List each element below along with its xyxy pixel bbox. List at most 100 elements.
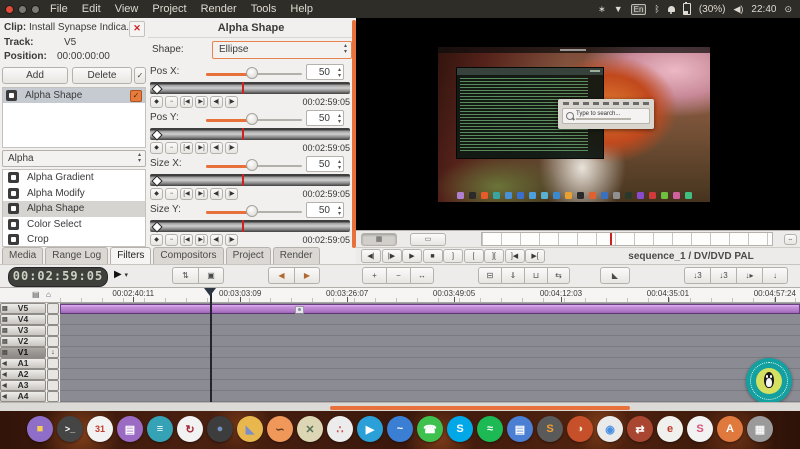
timecode-display[interactable]: 00:02:59:05 bbox=[8, 267, 108, 287]
firefox-icon[interactable]: ◑ bbox=[567, 416, 593, 442]
telegram-icon[interactable]: ▶ bbox=[357, 416, 383, 442]
track-name-button[interactable]: V3▤ bbox=[0, 325, 46, 336]
value-spinbox[interactable]: 50▴▾ bbox=[306, 156, 344, 172]
line-icon[interactable]: ☎ bbox=[417, 416, 443, 442]
overwrite-3-button[interactable]: ↓3 bbox=[684, 267, 710, 284]
notifications-icon[interactable] bbox=[668, 6, 675, 12]
next-keyframe-button[interactable]: ▶] bbox=[195, 142, 208, 154]
clear-marks-button[interactable]: ][ bbox=[484, 249, 504, 263]
timeline-view-button[interactable]: ▦ bbox=[361, 233, 397, 246]
slider-knob[interactable] bbox=[246, 159, 258, 171]
tab-media[interactable]: Media bbox=[2, 247, 43, 264]
lock-icon[interactable]: ⌂ bbox=[46, 290, 51, 299]
slider-knob[interactable] bbox=[246, 205, 258, 217]
pet-icon[interactable]: ∽ bbox=[267, 416, 293, 442]
track-active-toggle[interactable] bbox=[47, 358, 59, 369]
screenshot-icon[interactable]: ● bbox=[207, 416, 233, 442]
compact-view-icon[interactable]: ▤ bbox=[32, 290, 40, 299]
track-active-toggle[interactable] bbox=[47, 380, 59, 391]
next-frame-button[interactable]: |▶ bbox=[225, 96, 238, 108]
filter-list-item[interactable]: Alpha Modify bbox=[3, 186, 145, 202]
timeline-ruler[interactable]: 00:02:40:1100:03:03:0900:03:26:0700:03:4… bbox=[60, 288, 800, 303]
tab-compositors[interactable]: Compositors bbox=[153, 247, 223, 264]
value-spinbox[interactable]: 50▴▾ bbox=[306, 110, 344, 126]
shape-select[interactable]: Ellipse ▴▾ bbox=[212, 41, 352, 59]
track-lane-a3[interactable] bbox=[60, 380, 800, 391]
indicator-icon[interactable]: ∗ bbox=[598, 4, 606, 15]
append-button[interactable]: ↓▸ bbox=[736, 267, 762, 284]
playhead-marker[interactable] bbox=[204, 288, 216, 296]
track-lane-a2[interactable] bbox=[60, 369, 800, 380]
track-name-button[interactable]: A1◀ bbox=[0, 358, 46, 369]
insert-3-button[interactable]: ↓3 bbox=[710, 267, 736, 284]
clip-view-button[interactable]: ▭ bbox=[410, 233, 446, 246]
prev-frame-button[interactable]: ◀| bbox=[210, 188, 223, 200]
keyframe-diamond-icon[interactable] bbox=[151, 129, 162, 140]
prev-frame-button[interactable]: ◀| bbox=[210, 234, 223, 246]
timeline-scrollbar-thumb[interactable] bbox=[330, 406, 630, 410]
mark-out-button[interactable]: [ bbox=[464, 249, 484, 263]
menu-project[interactable]: Project bbox=[152, 3, 186, 15]
menu-view[interactable]: View bbox=[115, 3, 139, 15]
paper-icon[interactable]: ▤ bbox=[507, 416, 533, 442]
tab-range-log[interactable]: Range Log bbox=[45, 247, 108, 264]
track-active-toggle[interactable] bbox=[47, 314, 59, 325]
next-frame-button[interactable]: |▶ bbox=[225, 142, 238, 154]
delete-keyframe-button[interactable]: − bbox=[165, 96, 178, 108]
sync-icon[interactable]: ↻ bbox=[177, 416, 203, 442]
track-header-v1[interactable]: V1▤↓ bbox=[0, 347, 60, 358]
menu-help[interactable]: Help bbox=[290, 3, 313, 15]
delete-filter-button[interactable]: Delete bbox=[72, 67, 132, 84]
track-header-v3[interactable]: V3▤ bbox=[0, 325, 60, 336]
stop-button[interactable]: ■ bbox=[423, 249, 443, 263]
filter-list-item[interactable]: Crop bbox=[3, 232, 145, 247]
splice-out-button[interactable]: ⇓ bbox=[501, 267, 524, 284]
monitor-scrub-bar[interactable] bbox=[481, 232, 773, 246]
add-keyframe-button[interactable]: ◆ bbox=[150, 234, 163, 246]
audio-levels-button[interactable]: ⇅ bbox=[172, 267, 198, 284]
video-editor-icon[interactable]: ▦ bbox=[747, 416, 773, 442]
track-lane-v1[interactable] bbox=[60, 347, 800, 358]
track-active-toggle[interactable]: ↓ bbox=[47, 347, 59, 358]
keyframe-strip[interactable] bbox=[150, 174, 350, 186]
slack-icon[interactable]: S bbox=[687, 416, 713, 442]
value-spinbox[interactable]: 50▴▾ bbox=[306, 64, 344, 80]
prev-keyframe-button[interactable]: [◀ bbox=[180, 142, 193, 154]
chrome-icon[interactable]: ◉ bbox=[597, 416, 623, 442]
track-name-button[interactable]: V2▤ bbox=[0, 336, 46, 347]
spotify-icon[interactable]: ≈ bbox=[477, 416, 503, 442]
cut-button[interactable]: ⊟ bbox=[478, 267, 501, 284]
menu-file[interactable]: File bbox=[50, 3, 68, 15]
prev-frame-button[interactable]: ◀| bbox=[210, 96, 223, 108]
track-lane-v2[interactable] bbox=[60, 336, 800, 347]
battery-icon[interactable] bbox=[683, 3, 691, 15]
track-name-button[interactable]: V4▤ bbox=[0, 314, 46, 325]
bluetooth-icon[interactable]: ᛒ bbox=[654, 4, 659, 14]
keyframe-strip[interactable] bbox=[150, 220, 350, 232]
thumbnail-button[interactable]: ▣ bbox=[198, 267, 224, 284]
to-mark-in-button[interactable]: ]◀ bbox=[505, 249, 525, 263]
track-active-toggle[interactable] bbox=[47, 303, 59, 314]
delete-keyframe-button[interactable]: − bbox=[165, 142, 178, 154]
track-header-v5[interactable]: V5▤ bbox=[0, 303, 60, 314]
volume-icon[interactable]: ◀) bbox=[734, 4, 744, 15]
terminal-icon[interactable]: >_ bbox=[57, 416, 83, 442]
slider-knob[interactable] bbox=[246, 67, 258, 79]
track-lane-v3[interactable] bbox=[60, 325, 800, 336]
next-edit-button[interactable]: ▶ bbox=[294, 267, 320, 284]
add-filter-button[interactable]: Add bbox=[2, 67, 68, 84]
prev-keyframe-button[interactable]: [◀ bbox=[180, 234, 193, 246]
prev-keyframe-button[interactable]: [◀ bbox=[180, 96, 193, 108]
fit-monitor-button[interactable]: ⇔ bbox=[784, 234, 797, 245]
keyframe-diamond-icon[interactable] bbox=[151, 175, 162, 186]
track-name-button[interactable]: A4◀ bbox=[0, 391, 46, 402]
delete-keyframe-button[interactable]: − bbox=[165, 188, 178, 200]
track-header-v2[interactable]: V2▤ bbox=[0, 336, 60, 347]
close-window-button[interactable] bbox=[5, 5, 14, 14]
tab-render[interactable]: Render bbox=[273, 247, 320, 264]
track-active-toggle[interactable] bbox=[47, 369, 59, 380]
close-clip-button[interactable]: ✕ bbox=[129, 21, 145, 37]
zoom-out-button[interactable]: − bbox=[386, 267, 410, 284]
filter-enabled-checkbox[interactable]: ✓ bbox=[130, 90, 142, 102]
next-keyframe-button[interactable]: ▶] bbox=[195, 234, 208, 246]
